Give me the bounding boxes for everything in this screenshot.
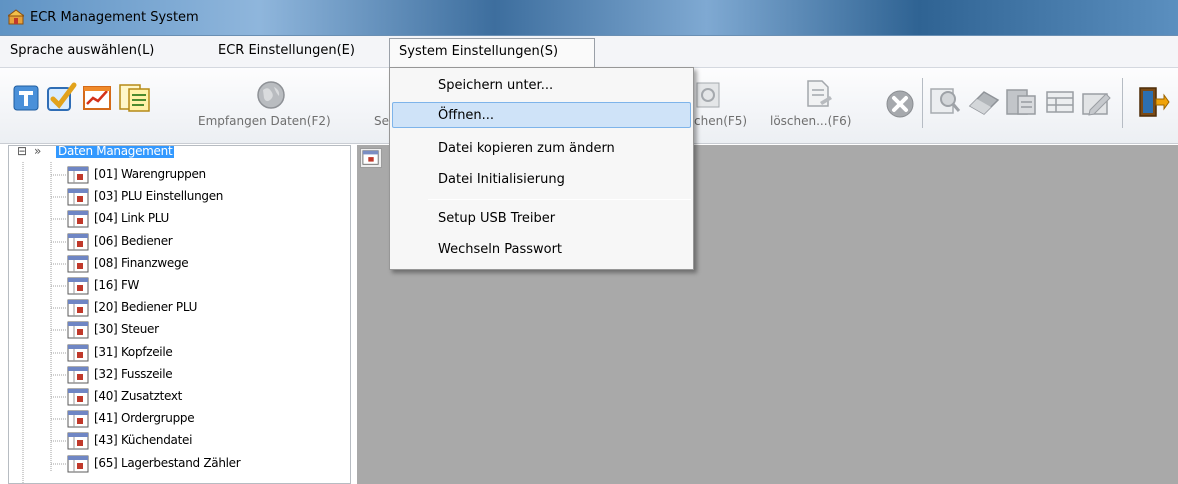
table-file-icon: [67, 277, 89, 295]
check-icon[interactable]: [44, 81, 78, 115]
table-file-icon: [67, 432, 89, 450]
document-partial-icon[interactable]: [696, 80, 722, 110]
document-edit-icon[interactable]: [804, 78, 834, 110]
table-file-icon: [67, 188, 89, 206]
receive-data-label[interactable]: Empfangen Daten(F2): [198, 114, 331, 128]
table-file-icon: [67, 455, 89, 473]
table-file-icon: [67, 366, 89, 384]
menu-item-datei-kopieren[interactable]: Datei kopieren zum ändern: [438, 141, 615, 156]
table-file-icon: [67, 210, 89, 228]
help-icon[interactable]: [12, 83, 40, 113]
table-file-icon: [67, 166, 89, 184]
tree-item-label: [65] Lagerbestand Zähler: [94, 456, 241, 470]
document-icon[interactable]: [116, 82, 152, 114]
menu-hover-highlight: [392, 102, 691, 128]
tree-item-label: [04] Link PLU: [94, 211, 170, 225]
table-icon[interactable]: [1044, 88, 1076, 116]
menu-system-einstellungen[interactable]: System Einstellungen(S): [389, 38, 595, 68]
search-tool-icon[interactable]: [928, 85, 962, 119]
menu-sprache[interactable]: Sprache auswählen(L): [10, 43, 154, 58]
menu-separator: [428, 199, 691, 200]
send-data-label[interactable]: Se: [374, 114, 389, 128]
toolbar-separator: [922, 78, 923, 128]
tree-expander-icon[interactable]: ⊟: [17, 146, 27, 158]
tree-item-label: [08] Finanzwege: [94, 256, 189, 270]
menu-item-speichern-unter[interactable]: Speichern unter...: [438, 78, 553, 93]
table-file-icon: [67, 410, 89, 428]
table-file-icon: [67, 321, 89, 339]
tree-item-label: [01] Warengruppen: [94, 167, 206, 181]
tree-root-label[interactable]: Daten Management: [56, 146, 175, 158]
tree-item-label: [32] Fusszeile: [94, 367, 173, 381]
title-bar: ECR Management System: [0, 0, 1178, 36]
menu-item-oeffnen[interactable]: Öffnen...: [438, 108, 494, 123]
menu-item-wechseln-passwort[interactable]: Wechseln Passwort: [438, 242, 562, 257]
app-icon: [8, 9, 24, 25]
tree-item-label: [06] Bediener: [94, 234, 173, 248]
eraser-icon[interactable]: [966, 86, 1002, 118]
system-einstellungen-dropdown: Speichern unter... Öffnen... Datei kopie…: [389, 67, 694, 270]
globe-icon[interactable]: [254, 78, 288, 112]
tree-item-label: [41] Ordergruppe: [94, 411, 195, 425]
child-window-icon[interactable]: [360, 148, 382, 168]
menu-item-setup-usb[interactable]: Setup USB Treiber: [438, 211, 555, 226]
tree-arrow-icon: »: [34, 145, 42, 158]
table-file-icon: [67, 388, 89, 406]
tree-item-label: [20] Bediener PLU: [94, 300, 198, 314]
toolbar-separator-2: [1122, 78, 1123, 128]
data-management-tree[interactable]: ⊟ » Daten Management [01] Warengruppen [0…: [8, 145, 351, 484]
exit-icon[interactable]: [1134, 85, 1170, 119]
report-icon[interactable]: [1004, 86, 1038, 118]
table-file-icon: [67, 233, 89, 251]
edit-icon[interactable]: [1080, 88, 1112, 118]
cancel-icon[interactable]: [884, 88, 916, 120]
menu-item-datei-initialisierung[interactable]: Datei Initialisierung: [438, 172, 565, 187]
window-title: ECR Management System: [30, 10, 199, 25]
table-file-icon: [67, 255, 89, 273]
table-file-icon: [67, 344, 89, 362]
delete-f6-label[interactable]: löschen...(F6): [770, 114, 851, 128]
tree-item-label: [31] Kopfzeile: [94, 345, 173, 359]
tree-item-label: [40] Zusatztext: [94, 389, 183, 403]
delete-f5-label[interactable]: chen(F5): [694, 114, 747, 128]
menu-ecr-einstellungen[interactable]: ECR Einstellungen(E): [218, 43, 355, 58]
table-file-icon: [67, 299, 89, 317]
menu-system-label: System Einstellungen(S): [399, 44, 559, 59]
tree-item-label: [43] Küchendatei: [94, 433, 193, 447]
tree-item-label: [30] Steuer: [94, 322, 159, 336]
tree-item-label: [16] FW: [94, 278, 140, 292]
chart-icon[interactable]: [81, 83, 113, 113]
menu-bar: Sprache auswählen(L) ECR Einstellungen(E…: [0, 36, 1178, 68]
tree-item-label: [03] PLU Einstellungen: [94, 189, 224, 203]
